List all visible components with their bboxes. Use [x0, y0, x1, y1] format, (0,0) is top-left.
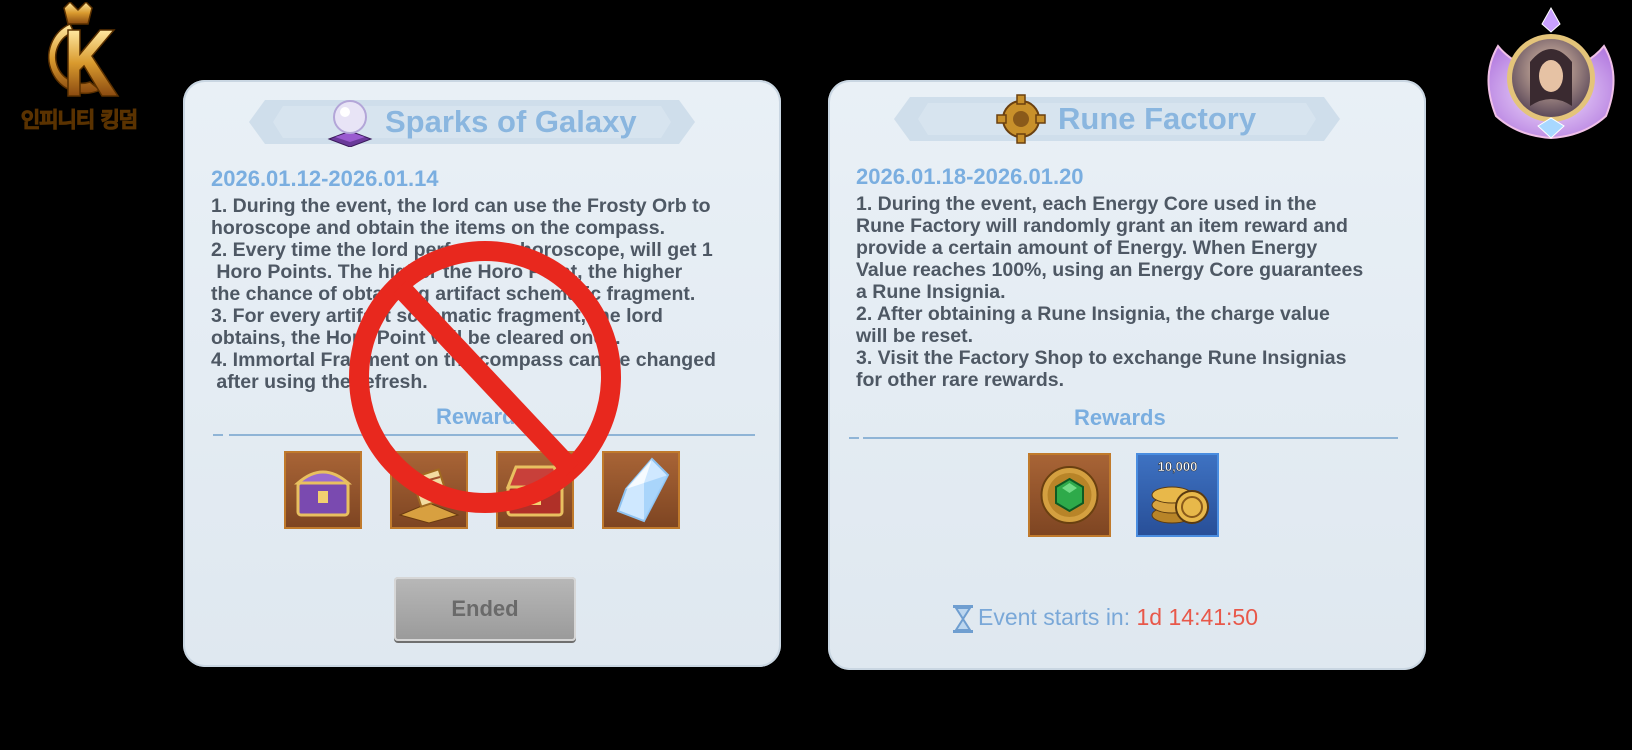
- reward-item[interactable]: [602, 451, 680, 529]
- event-panel-rune-factory: Rune Factory 2026.01.18-2026.01.20 1. Du…: [828, 80, 1426, 670]
- event-dates: 2026.01.12-2026.01.14: [211, 166, 439, 191]
- description-line: 1. During the event, the lord can use th…: [211, 195, 711, 217]
- crown-k-logo-icon: [48, 2, 120, 97]
- winged-portrait-avatar-icon: [1487, 6, 1615, 140]
- description-line: Rune Factory will randomly grant an item…: [856, 215, 1348, 237]
- description-line: 4. Immortal Fragment on the compass can …: [211, 349, 716, 371]
- event-dates: 2026.01.18-2026.01.20: [856, 164, 1084, 189]
- description-line: horoscope and obtain the items on the co…: [211, 217, 665, 239]
- purple-treasure-chest-icon: [294, 470, 352, 517]
- description-line: 1. During the event, each Energy Core us…: [856, 193, 1317, 215]
- emerald-gear-medallion-icon: [1040, 466, 1099, 524]
- description-line: 2. Every time the lord performs a horosc…: [211, 239, 713, 261]
- reward-item[interactable]: [390, 451, 468, 529]
- reward-item[interactable]: [496, 451, 574, 529]
- event-countdown: Event starts in: 1d 14:41:50: [952, 604, 1258, 634]
- description-line: 2. After obtaining a Rune Insignia, the …: [856, 303, 1330, 325]
- event-description: 1. During the event, the lord can use th…: [211, 195, 771, 393]
- description-line: Horo Points. The higher the Horo Point, …: [211, 261, 683, 283]
- rewards-divider: [863, 437, 1398, 439]
- description-line: 3. For every artifact schematic fragment…: [211, 305, 663, 327]
- divider-dash: [213, 434, 223, 436]
- reward-quantity: 10,000: [1157, 459, 1198, 475]
- panel-title-banner: Rune Factory: [894, 94, 1340, 144]
- description-line: a Rune Insignia.: [856, 281, 1006, 303]
- event-description: 1. During the event, each Energy Core us…: [856, 193, 1416, 391]
- reward-item[interactable]: [1028, 453, 1111, 537]
- player-avatar[interactable]: [1478, 6, 1624, 146]
- panel-title-banner: Sparks of Galaxy: [249, 100, 695, 147]
- description-line: the chance of obtaining artifact schemat…: [211, 283, 696, 305]
- divider-dash: [849, 437, 859, 439]
- description-line: Value reaches 100%, using an Energy Core…: [856, 259, 1364, 281]
- description-line: for other rare rewards.: [856, 369, 1065, 391]
- red-treasure-chest-icon: [505, 465, 565, 517]
- event-panel-sparks-of-galaxy: Sparks of Galaxy 2026.01.12-2026.01.14 1…: [183, 80, 781, 667]
- countdown-label: Event starts in:: [978, 604, 1137, 631]
- description-line: obtains, the Horo Point will be cleared …: [211, 327, 621, 349]
- rewards-divider: [229, 434, 755, 436]
- logo-text: 인피니티 킹덤: [20, 108, 138, 133]
- description-line: will be reset.: [856, 325, 974, 347]
- ice-crystal-icon: [616, 457, 670, 523]
- golden-scroll-pedestal-icon: [398, 468, 460, 524]
- reward-item[interactable]: [284, 451, 362, 529]
- reward-item[interactable]: 10,000: [1136, 453, 1219, 537]
- hourglass-icon: [953, 605, 973, 633]
- ended-button[interactable]: Ended: [394, 577, 576, 641]
- description-line: after using the refresh.: [211, 371, 428, 393]
- rewards-label: Rewards: [1074, 405, 1166, 430]
- description-line: provide a certain amount of Energy. When…: [856, 237, 1318, 259]
- crystal-ball-icon: [327, 100, 373, 147]
- rewards-label: Rewards: [436, 404, 528, 429]
- countdown-timer: 1d 14:41:50: [1136, 604, 1259, 631]
- panel-title: Sparks of Galaxy: [385, 104, 637, 139]
- golden-gear-icon: [996, 94, 1046, 144]
- game-logo: 인피니티 킹덤: [8, 0, 139, 140]
- description-line: 3. Visit the Factory Shop to exchange Ru…: [856, 347, 1347, 369]
- panel-title: Rune Factory: [1058, 101, 1257, 136]
